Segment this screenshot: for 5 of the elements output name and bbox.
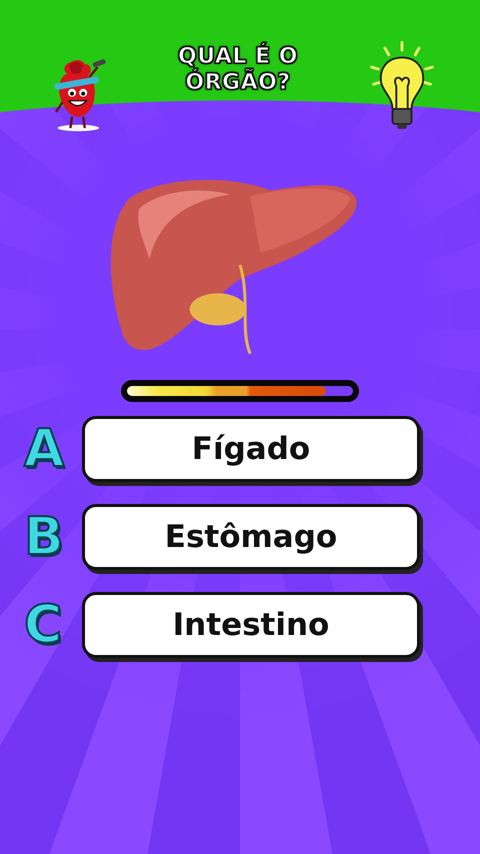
title-text: QUAL É O xyxy=(178,44,298,69)
answer-letter: B xyxy=(24,508,64,566)
answer-letter: A xyxy=(24,420,64,478)
title-text: ÓRGÃO? xyxy=(185,70,291,96)
answer-letter: C xyxy=(24,596,62,654)
